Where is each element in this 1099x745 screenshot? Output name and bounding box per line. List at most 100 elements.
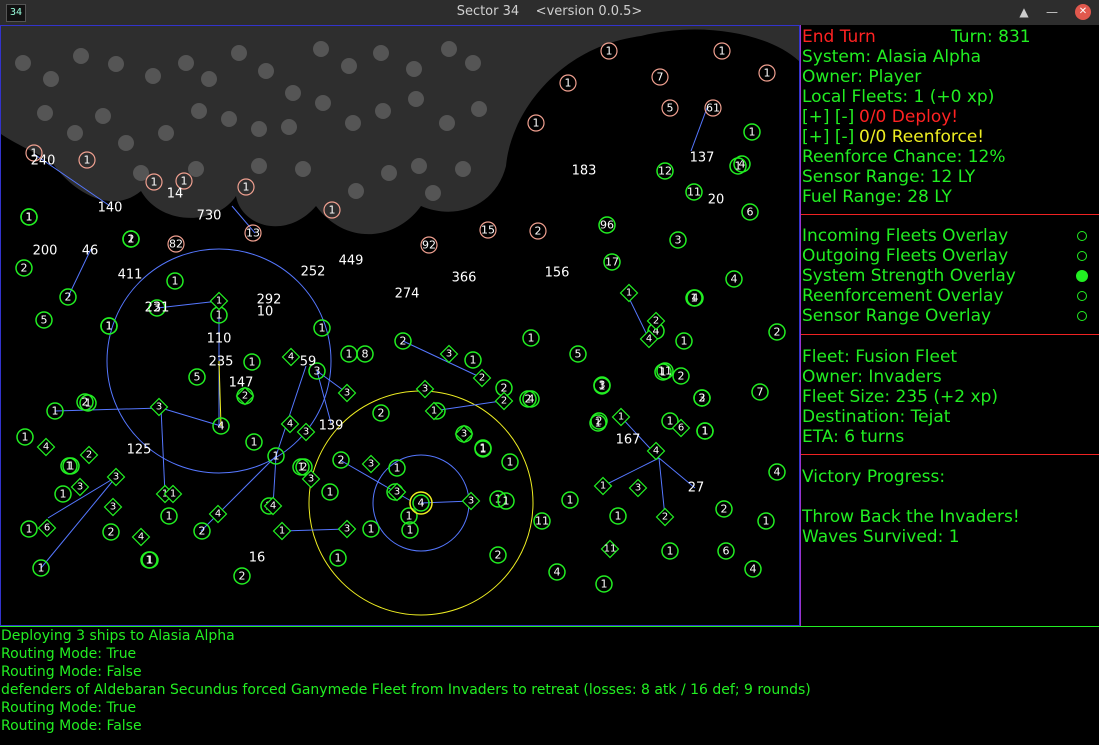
player-fleet[interactable]: 2	[79, 445, 99, 465]
player-fleet[interactable]: 1	[209, 291, 229, 311]
reenforce-controls[interactable]: [+] [-]	[802, 127, 854, 147]
player-fleet[interactable]: 3	[361, 454, 381, 474]
player-system[interactable]: 3	[693, 389, 711, 407]
player-system[interactable]: 1	[140, 551, 158, 569]
player-system[interactable]: 1	[54, 485, 72, 503]
player-system[interactable]: 6	[741, 203, 759, 221]
player-fleet[interactable]: 6	[671, 418, 691, 438]
player-system[interactable]: 1	[321, 483, 339, 501]
overlay-strength[interactable]: System Strength Overlay	[802, 266, 1097, 286]
player-system[interactable]: 1	[522, 329, 540, 347]
player-system[interactable]: 1	[474, 439, 492, 457]
player-fleet[interactable]: 1	[593, 476, 613, 496]
player-system[interactable]: 4	[725, 270, 743, 288]
player-system[interactable]: 2	[193, 522, 211, 540]
player-fleet[interactable]: 3	[149, 397, 169, 417]
player-system[interactable]: 1	[400, 507, 418, 525]
overlay-sensor[interactable]: Sensor Range Overlay	[802, 306, 1097, 326]
player-system[interactable]: 1	[362, 520, 380, 538]
player-system[interactable]: 4	[548, 563, 566, 581]
player-system[interactable]: 1	[313, 319, 331, 337]
player-system[interactable]: 1	[757, 512, 775, 530]
player-system[interactable]: 1	[696, 422, 714, 440]
player-system[interactable]: 1	[32, 559, 50, 577]
player-system[interactable]: 1	[100, 317, 118, 335]
player-fleet[interactable]: 6	[37, 518, 57, 538]
player-system[interactable]: 2	[233, 567, 251, 585]
player-system[interactable]: 5	[35, 311, 53, 329]
player-fleet[interactable]: 3	[337, 519, 357, 539]
close-icon[interactable]: ✕	[1075, 4, 1091, 20]
overlay-toggle-icon[interactable]	[1077, 291, 1087, 301]
player-fleet[interactable]: 3	[106, 467, 126, 487]
player-system[interactable]: 4	[744, 560, 762, 578]
player-system[interactable]: 1	[166, 272, 184, 290]
player-system[interactable]: 1	[329, 549, 347, 567]
overlay-toggle-icon[interactable]	[1076, 270, 1088, 282]
enemy-system[interactable]: 13	[244, 224, 262, 242]
player-fleet[interactable]: 3	[337, 383, 357, 403]
player-system[interactable]: 1	[595, 575, 613, 593]
player-system[interactable]: 1	[743, 123, 761, 141]
enemy-system[interactable]: 1	[527, 114, 545, 132]
player-system[interactable]: 5	[569, 345, 587, 363]
player-system[interactable]: 7	[751, 383, 769, 401]
player-system[interactable]: 4	[768, 463, 786, 481]
player-system[interactable]: 2	[372, 404, 390, 422]
player-fleet[interactable]: 11	[600, 539, 620, 559]
minimize-icon[interactable]: —	[1043, 3, 1061, 21]
player-system[interactable]: 2	[768, 323, 786, 341]
star-map-canvas[interactable]: 1 17 115 611111 1 11138215 2921124212119661317…	[1, 26, 799, 625]
enemy-system[interactable]: 1	[758, 64, 776, 82]
player-system[interactable]: 4	[212, 417, 230, 435]
reenforce-button[interactable]: 0/0 Reenforce!	[859, 127, 984, 147]
enemy-system[interactable]: 7	[651, 68, 669, 86]
enemy-system[interactable]: 15	[479, 221, 497, 239]
enemy-system[interactable]: 61	[704, 99, 722, 117]
player-system[interactable]: 1	[16, 428, 34, 446]
player-system[interactable]: 1	[589, 414, 607, 432]
player-system[interactable]: 2	[672, 367, 690, 385]
player-system[interactable]: 1	[464, 351, 482, 369]
player-system[interactable]: 3	[669, 231, 687, 249]
deploy-controls[interactable]: [+] [-]	[802, 107, 854, 127]
player-fleet[interactable]: 2	[646, 311, 666, 331]
player-fleet[interactable]: 3	[415, 379, 435, 399]
player-system[interactable]: 1	[388, 459, 406, 477]
player-system[interactable]: 1	[20, 520, 38, 538]
player-system[interactable]: 2	[394, 332, 412, 350]
player-fleet[interactable]: 1	[272, 521, 292, 541]
overlay-outgoing[interactable]: Outgoing Fleets Overlay	[802, 246, 1097, 266]
player-system[interactable]: 1	[675, 332, 693, 350]
player-system[interactable]: 1	[267, 447, 285, 465]
player-system[interactable]: 12	[656, 162, 674, 180]
player-system[interactable]: 1	[561, 491, 579, 509]
player-system[interactable]: 11	[685, 183, 703, 201]
player-system[interactable]: 2	[59, 288, 77, 306]
player-system[interactable]: 1	[20, 208, 38, 226]
player-fleet[interactable]: 4	[646, 441, 666, 461]
up-icon[interactable]: ▲	[1015, 3, 1033, 21]
player-system[interactable]: 4	[686, 289, 704, 307]
player-system[interactable]: 2	[102, 523, 120, 541]
player-fleet[interactable]: 3	[70, 477, 90, 497]
player-system[interactable]: 1	[122, 230, 140, 248]
player-system[interactable]: 3	[593, 376, 611, 394]
enemy-system[interactable]: 1	[713, 42, 731, 60]
player-fleet[interactable]: 3	[461, 491, 481, 511]
player-system[interactable]: 6	[717, 542, 735, 560]
player-system[interactable]: 1	[160, 507, 178, 525]
player-fleet[interactable]: 4	[280, 414, 300, 434]
player-system[interactable]: 1	[243, 353, 261, 371]
player-fleet[interactable]: 2	[472, 368, 492, 388]
player-system[interactable]: 2	[489, 546, 507, 564]
player-system[interactable]: 2	[332, 451, 350, 469]
enemy-system[interactable]: 92	[420, 236, 438, 254]
enemy-system[interactable]: 2	[529, 222, 547, 240]
player-system[interactable]: 11	[656, 362, 674, 380]
player-fleet[interactable]: 4	[131, 527, 151, 547]
player-system[interactable]: 17	[603, 253, 621, 271]
overlay-toggle-icon[interactable]	[1077, 231, 1087, 241]
player-system[interactable]: 2	[15, 259, 33, 277]
player-system[interactable]: 1	[661, 542, 679, 560]
